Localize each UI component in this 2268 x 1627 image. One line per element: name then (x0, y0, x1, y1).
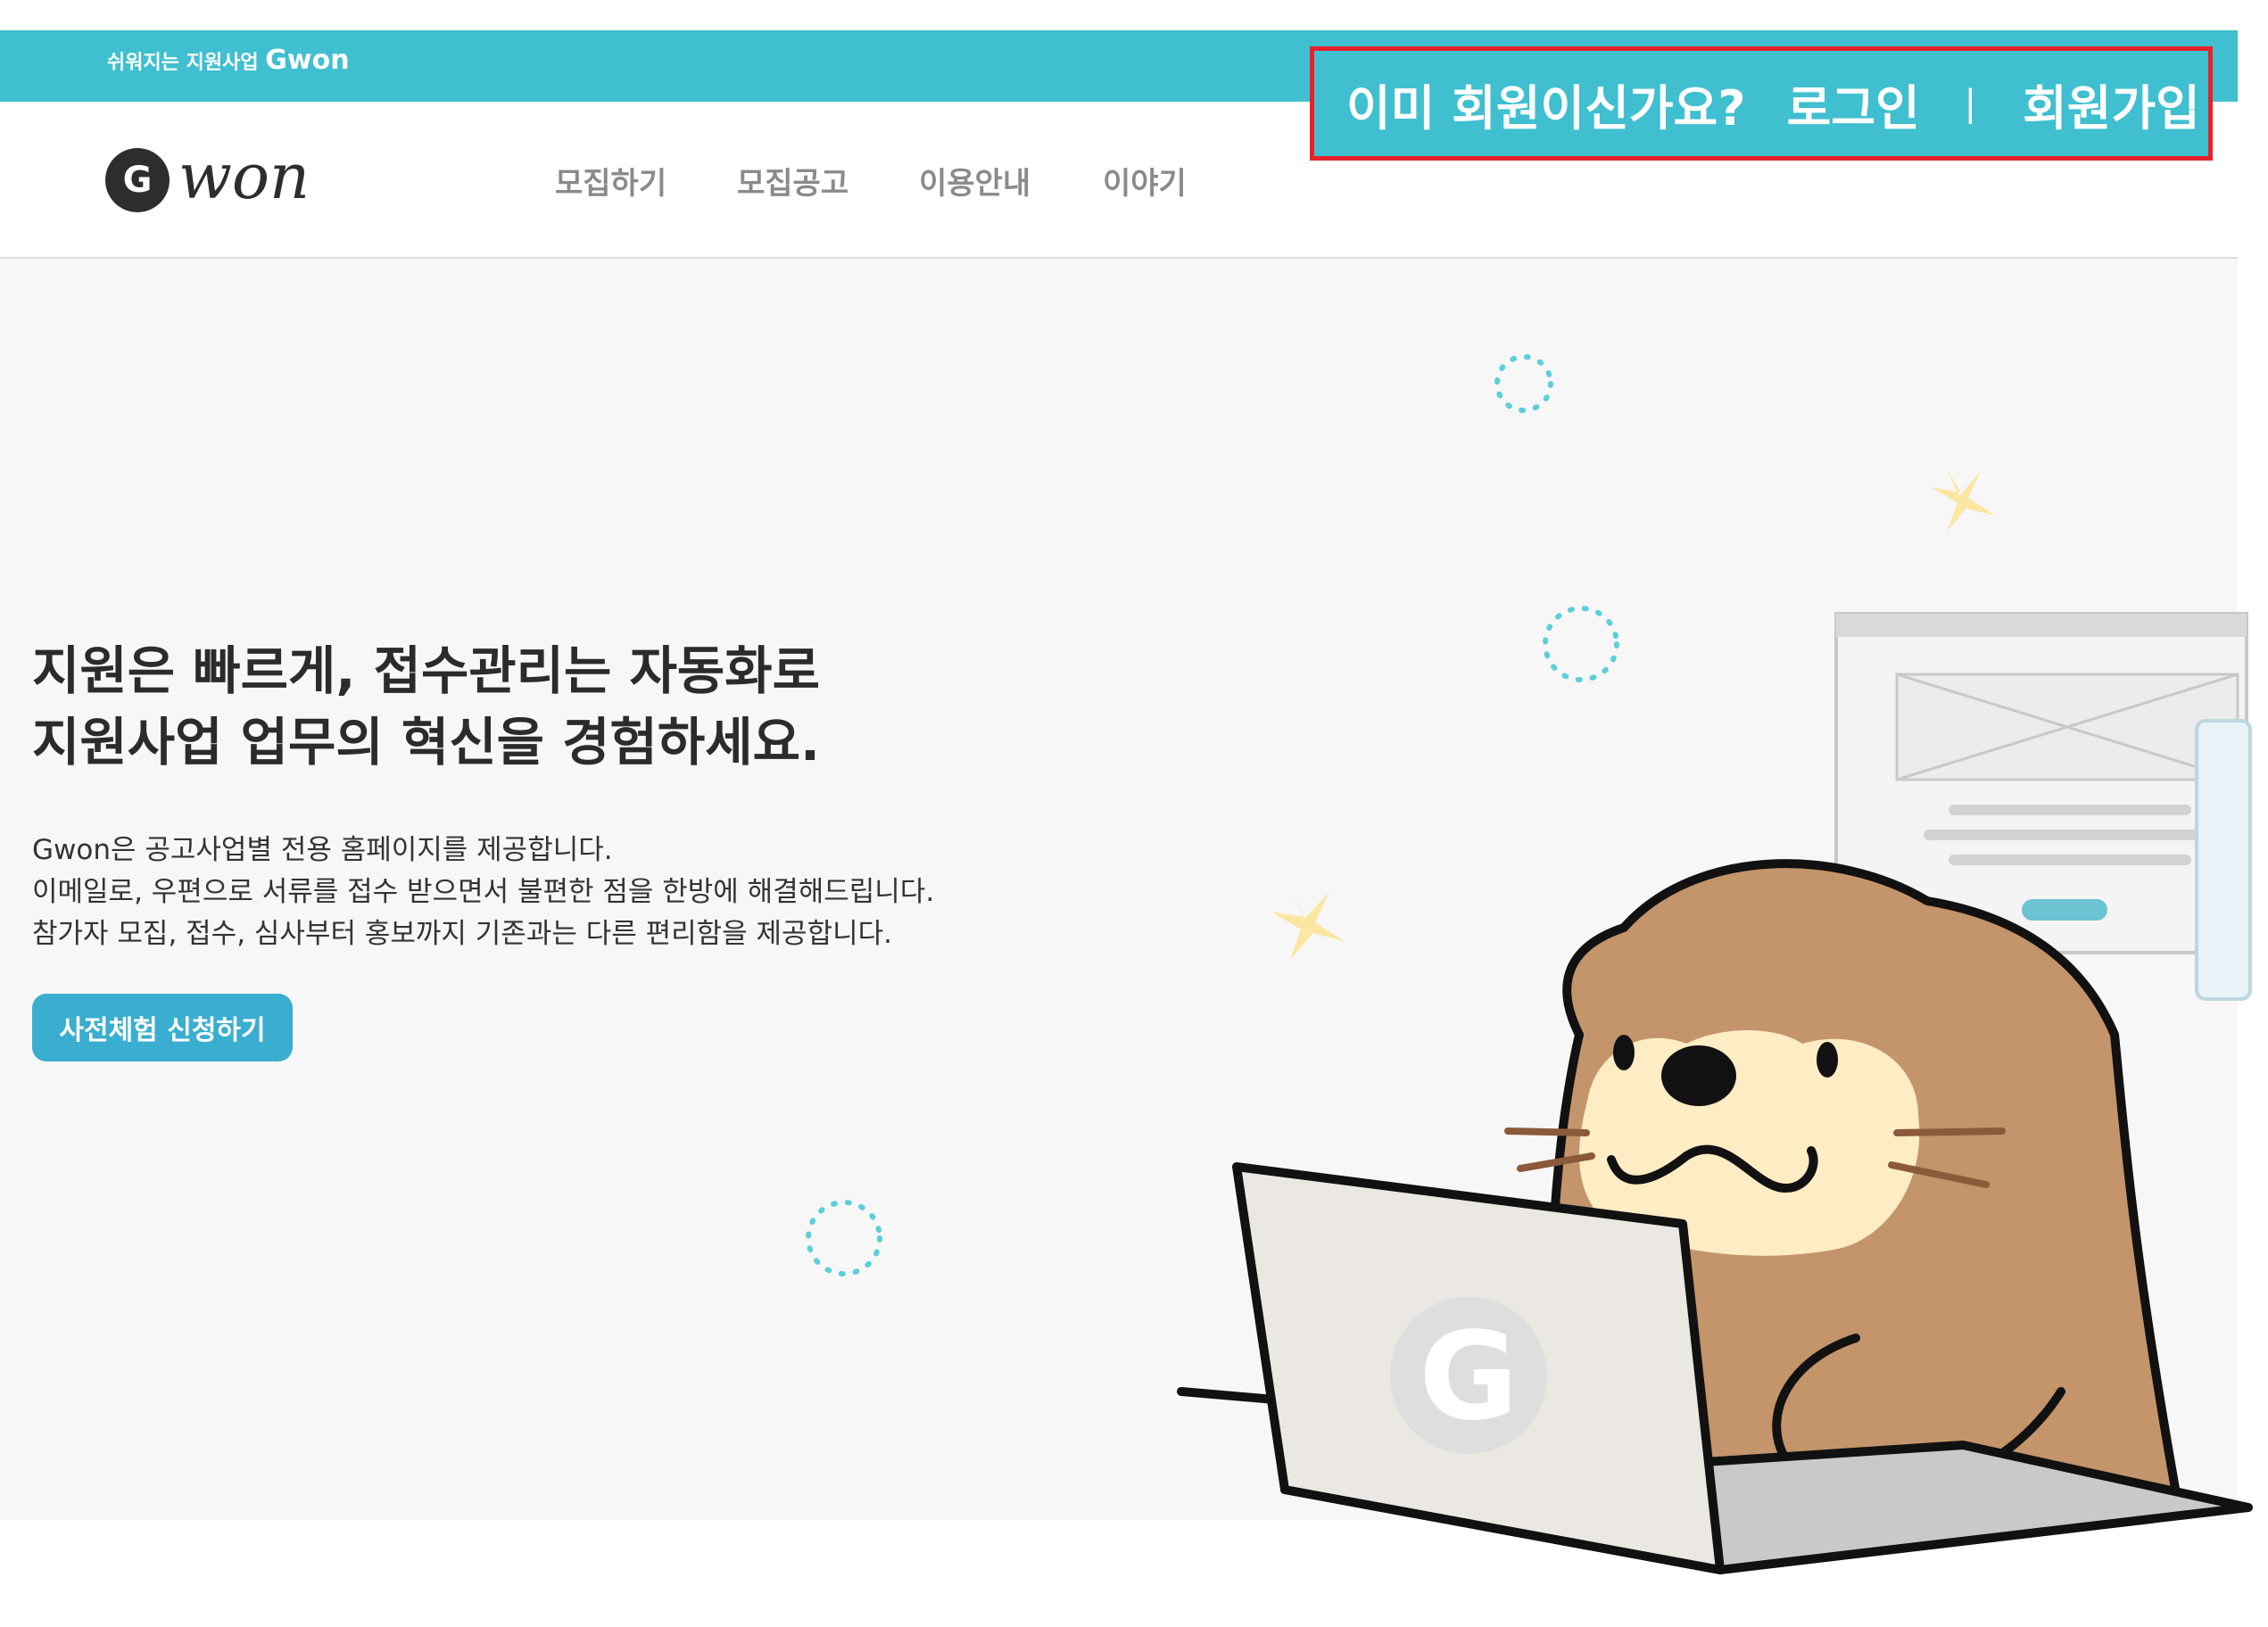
nav-recruit[interactable]: 모집하기 (555, 159, 666, 202)
auth-links-highlight: 이미 회원이신가요? 로그인 | 회원가입 (1310, 46, 2213, 161)
description-line-2: 이메일로, 우편으로 서류를 접수 받으면서 불편한 점을 한방에 해결해드립니… (32, 876, 935, 908)
nav-guide[interactable]: 이용안내 (919, 159, 1031, 202)
hero-headline: 지원은 빠르게, 접수관리는 자동화로 지원사업 업무의 혁신을 경험하세요. (32, 635, 820, 778)
topbar-tagline: 쉬워지는 지원사업 Gwon (107, 45, 350, 76)
hero-description: Gwon은 공고사업별 전용 홈페이지를 제공합니다. 이메일로, 우편으로 서… (32, 830, 934, 955)
decor-dotted-circles (806, 354, 1619, 1276)
description-line-1: Gwon은 공고사업별 전용 홈페이지를 제공합니다. (32, 834, 613, 866)
description-line-3: 참가자 모집, 접수, 심사부터 홍보까지 기존과는 다른 편리함을 제공합니다… (32, 918, 892, 950)
logo-wordmark: won (178, 145, 310, 213)
member-question: 이미 회원이신가요? (1346, 79, 1746, 136)
auth-separator: | (1964, 83, 1977, 124)
nav-stories[interactable]: 이야기 (1103, 159, 1187, 202)
tagline-text: 쉬워지는 지원사업 (107, 52, 266, 74)
gwon-logo[interactable]: G won (103, 145, 353, 216)
headline-line-1: 지원은 빠르게, 접수관리는 자동화로 (32, 640, 821, 701)
headline-line-2: 지원사업 업무의 혁신을 경험하세요. (32, 712, 821, 772)
signup-link[interactable]: 회원가입 (2023, 69, 2200, 139)
laptop-logo: G (1419, 1307, 1519, 1448)
nav-announcements[interactable]: 모집공고 (737, 159, 848, 202)
login-link[interactable]: 로그인 (1787, 69, 1920, 139)
trial-apply-button[interactable]: 사전체험 신청하기 (32, 994, 293, 1061)
tagline-brand: Gwon (265, 45, 350, 76)
logo-initial: G (123, 160, 153, 201)
